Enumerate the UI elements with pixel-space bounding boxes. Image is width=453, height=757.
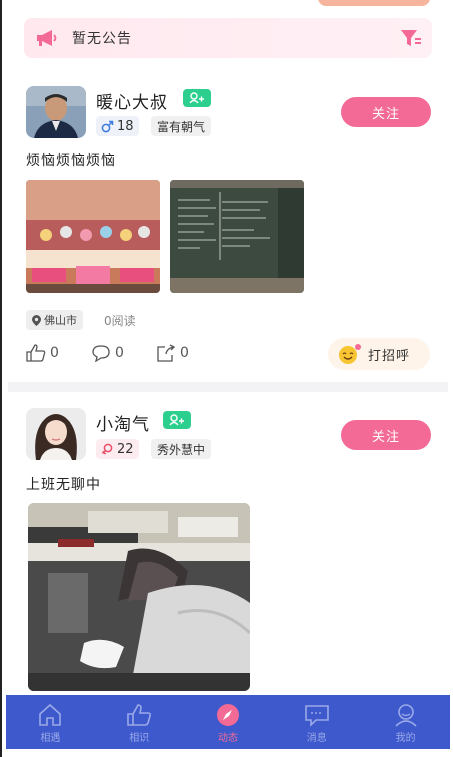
message-icon [304, 701, 330, 729]
tab-label: 我的 [395, 732, 416, 744]
thumbs-up-icon [126, 701, 152, 729]
comment-icon [92, 345, 110, 362]
follow-button[interactable]: 关注 [341, 420, 431, 450]
vip-badge-icon [183, 89, 211, 107]
post-content: 烦恼烦恼烦恼 [26, 153, 116, 169]
male-icon [101, 120, 114, 132]
top-banner-pill[interactable] [318, 0, 430, 6]
follow-button[interactable]: 关注 [341, 97, 431, 127]
tab-messages[interactable]: 消息 [272, 695, 361, 749]
tab-mine[interactable]: 我的 [361, 695, 450, 749]
tab-label: 相识 [129, 732, 150, 744]
post-card[interactable]: 小淘气 22 秀外慧中 关注 上班无聊中 [0, 400, 453, 695]
greet-label: 打招呼 [368, 348, 411, 364]
tab-label: 相遇 [40, 732, 61, 744]
share-button[interactable]: 0 [156, 344, 189, 362]
filter-icon[interactable] [400, 28, 422, 48]
notice-bar[interactable]: 暂无公告 [24, 18, 432, 58]
share-count: 0 [180, 345, 189, 361]
avatar[interactable] [26, 86, 86, 138]
smile-emoji-icon [339, 344, 361, 364]
age-tag: 18 [96, 116, 139, 136]
comment-button[interactable]: 0 [91, 344, 124, 362]
tab-moments[interactable]: 动态 [184, 695, 273, 749]
home-icon [37, 701, 63, 729]
compass-icon [215, 701, 241, 729]
age-value: 22 [117, 441, 134, 457]
age-value: 18 [117, 118, 134, 134]
like-count: 0 [50, 345, 59, 361]
share-icon [157, 344, 176, 362]
post-photo[interactable] [28, 503, 250, 691]
greet-button[interactable]: 打招呼 [328, 338, 430, 370]
like-button[interactable]: 0 [26, 344, 59, 362]
location-text: 佛山市 [44, 314, 77, 327]
megaphone-icon [34, 28, 60, 48]
post-content: 上班无聊中 [26, 477, 101, 493]
post-photo[interactable] [26, 180, 160, 293]
trait-tag: 秀外慧中 [151, 439, 212, 459]
tab-acquaint[interactable]: 相识 [95, 695, 184, 749]
thumbs-up-icon [26, 344, 46, 362]
age-tag: 22 [96, 439, 139, 459]
read-count: 0阅读 [104, 314, 136, 328]
notice-text: 暂无公告 [72, 31, 132, 47]
tab-encounter[interactable]: 相遇 [6, 695, 95, 749]
post-divider [8, 382, 448, 392]
user-name[interactable]: 暖心大叔 [96, 88, 168, 113]
user-name[interactable]: 小淘气 [96, 410, 150, 435]
tab-label: 动态 [217, 732, 238, 744]
user-icon [393, 701, 419, 729]
post-card[interactable]: 暖心大叔 18 富有朝气 关注 烦恼烦恼烦恼 佛山市 0阅读 0 0 0 打招呼 [0, 80, 453, 380]
tab-label: 消息 [306, 732, 327, 744]
vip-badge-icon [163, 411, 191, 429]
location-tag[interactable]: 佛山市 [26, 310, 83, 330]
comment-count: 0 [115, 345, 124, 361]
post-photo[interactable] [170, 180, 304, 293]
female-icon [101, 443, 113, 455]
avatar[interactable] [26, 408, 86, 460]
trait-tag: 富有朝气 [151, 116, 212, 136]
bottom-tab-bar: 相遇 相识 动态 消息 我的 [6, 695, 450, 749]
location-pin-icon [32, 314, 41, 326]
